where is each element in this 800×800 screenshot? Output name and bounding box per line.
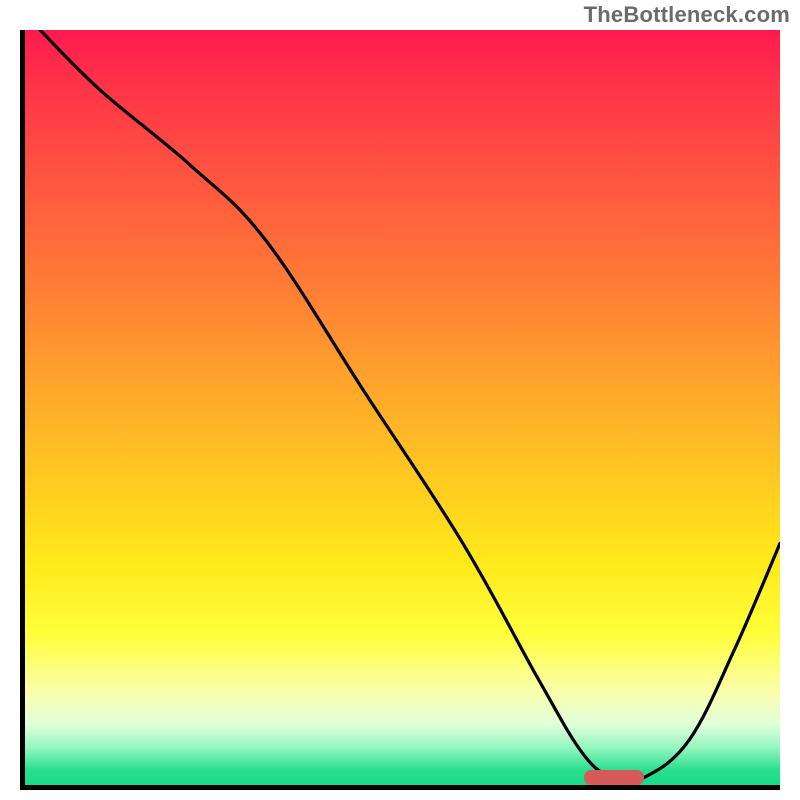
- chart-canvas: TheBottleneck.com: [0, 0, 800, 800]
- bottleneck-curve: [25, 30, 780, 785]
- optimum-marker: [584, 770, 644, 785]
- plot-area: [20, 30, 780, 790]
- watermark-text: TheBottleneck.com: [584, 2, 790, 28]
